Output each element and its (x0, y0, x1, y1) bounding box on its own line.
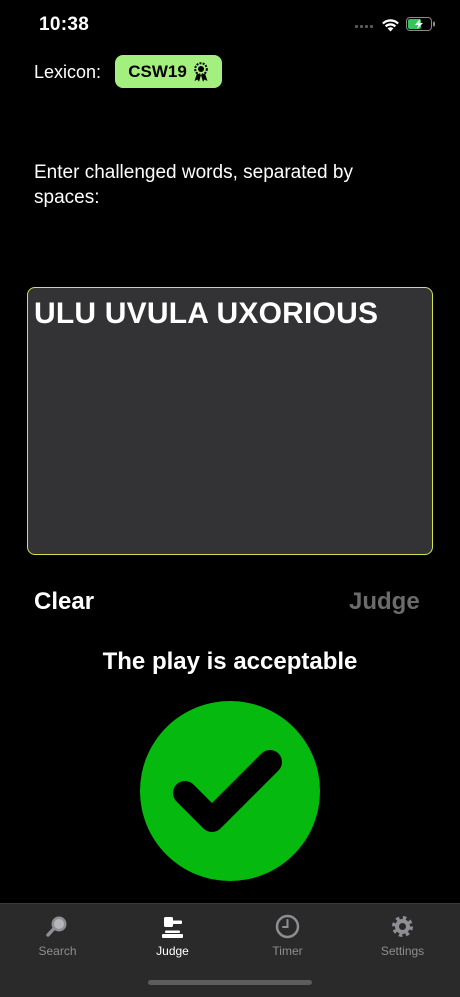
gavel-icon (162, 917, 183, 938)
cellular-signal-icon (355, 23, 373, 28)
clear-button[interactable]: Clear (34, 588, 94, 616)
acceptable-result-indicator (140, 701, 320, 881)
tab-label: Timer (272, 944, 303, 958)
magnifier-icon (46, 916, 67, 937)
gear-icon (392, 916, 413, 937)
tab-label: Judge (156, 944, 189, 958)
judge-button[interactable]: Judge (349, 588, 420, 616)
lexicon-selector-button[interactable]: CSW19 (115, 55, 222, 88)
checkmark-icon (173, 750, 282, 832)
lexicon-label: Lexicon: (34, 62, 102, 82)
award-ribbon-icon (193, 61, 208, 82)
tab-search[interactable]: Search (0, 904, 115, 974)
battery-charging-icon (406, 17, 435, 31)
tab-label: Search (38, 944, 77, 958)
challenged-words-input[interactable]: ULU UVULA UXORIOUS (27, 287, 433, 555)
result-message: The play is acceptable (102, 648, 358, 675)
challenged-words-value: ULU UVULA UXORIOUS (34, 297, 379, 330)
instructions-text: Enter challenged words, separated by spa… (34, 162, 353, 208)
tab-judge[interactable]: Judge (115, 904, 230, 974)
tab-settings[interactable]: Settings (345, 904, 460, 974)
clock-icon (275, 914, 300, 939)
lexicon-value: CSW19 (128, 61, 187, 81)
tab-label: Settings (380, 944, 425, 958)
home-indicator[interactable] (148, 980, 312, 985)
tab-timer[interactable]: Timer (230, 904, 345, 974)
status-bar: 10:38 (0, 0, 460, 50)
wifi-icon (382, 19, 399, 32)
status-time: 10:38 (39, 14, 90, 35)
